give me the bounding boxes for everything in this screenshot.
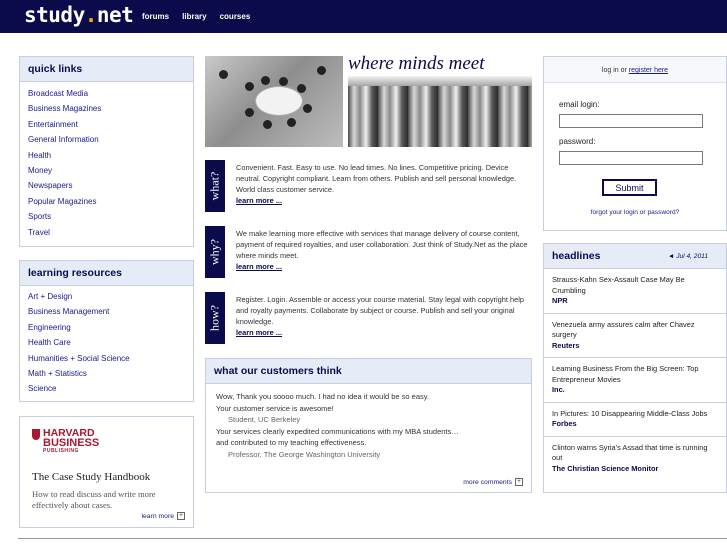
submit-button[interactable]: Submit <box>602 179 657 196</box>
testimonial-quote: Your services clearly expedited communic… <box>216 426 459 436</box>
quick-link-popular-magazines[interactable]: Popular Magazines <box>28 197 185 212</box>
learning-resources-title: learning resources <box>20 261 193 286</box>
quick-link-entertainment[interactable]: Entertainment <box>28 120 185 135</box>
resource-science[interactable]: Science <box>28 384 185 399</box>
handbook-title: The Case Study Handbook <box>32 471 151 483</box>
resource-business-management[interactable]: Business Management <box>28 307 185 322</box>
quick-links-title: quick links <box>20 57 193 82</box>
handbook-description: How to read discuss and write more effec… <box>32 489 156 510</box>
quick-link-sports[interactable]: Sports <box>28 212 185 227</box>
testimonial-quote: Wow, Thank you soooo much. I had no idea… <box>216 392 430 401</box>
headline-item[interactable]: Learning Business From the Big Screen: T… <box>544 358 726 403</box>
quick-link-broadcast-media[interactable]: Broadcast Media <box>28 89 185 104</box>
headlines-header: headlines ◄ Jul 4, 2011 <box>544 244 726 269</box>
how-tab: how? <box>205 292 225 344</box>
what-section: what? Convenient. Fast. Easy to use. No … <box>205 160 532 214</box>
testimonials-title: what our customers think <box>206 359 531 384</box>
harvard-shield-icon <box>32 429 40 440</box>
headline-item[interactable]: Strauss-Kahn Sex-Assault Case May Be Cru… <box>544 269 726 314</box>
forgot-password-link[interactable]: forgot your login or password? <box>544 209 726 216</box>
quick-link-newspapers[interactable]: Newspapers <box>28 181 185 196</box>
quick-links-panel: quick links Broadcast Media Business Mag… <box>19 56 194 247</box>
why-tab: why? <box>205 226 225 278</box>
what-text: Convenient. Fast. Easy to use. No lead t… <box>236 163 517 194</box>
nav-forums[interactable]: forums <box>142 12 169 21</box>
arrow-left-icon: ◄ <box>667 252 675 260</box>
why-learn-more-link[interactable]: learn more ... <box>236 261 532 272</box>
classical-columns-image <box>348 76 532 147</box>
more-comments-link[interactable]: more comments + <box>463 478 523 486</box>
headline-item[interactable]: Venezuela army assures calm after Chavez… <box>544 314 726 358</box>
headline-item[interactable]: Clinton warns Syria's Assad that time is… <box>544 437 726 481</box>
quick-link-health[interactable]: Health <box>28 151 185 166</box>
top-navigation-bar: study.net forums library courses <box>0 0 727 33</box>
quick-link-business-magazines[interactable]: Business Magazines <box>28 104 185 119</box>
headline-item[interactable]: In Pictures: 10 Disappearing Middle-Clas… <box>544 403 726 437</box>
resource-math-statistics[interactable]: Math + Statistics <box>28 369 185 384</box>
email-field[interactable] <box>559 114 703 128</box>
testimonials-panel: what our customers think Wow, Thank you … <box>205 358 532 493</box>
login-panel: log in or register here email login: pas… <box>543 56 727 231</box>
testimonial-author: Professor, The George Washington Univers… <box>228 449 381 459</box>
top-nav: forums library courses <box>142 12 250 21</box>
how-learn-more-link[interactable]: learn more ... <box>236 327 532 338</box>
testimonial-author: Student, UC Berkeley <box>228 415 301 424</box>
headlines-panel: headlines ◄ Jul 4, 2011 Strauss-Kahn Sex… <box>543 243 727 493</box>
nav-library[interactable]: library <box>182 12 206 21</box>
headlines-date[interactable]: ◄ Jul 4, 2011 <box>668 253 708 260</box>
what-tab: what? <box>205 160 225 212</box>
resource-art-design[interactable]: Art + Design <box>28 292 185 307</box>
what-learn-more-link[interactable]: learn more ... <box>236 195 532 206</box>
password-label: password: <box>559 137 596 146</box>
nav-courses[interactable]: courses <box>220 12 251 21</box>
how-section: how? Register. Login. Assemble or access… <box>205 292 532 346</box>
testimonial-quote: Your customer service is awesome! <box>216 403 334 413</box>
why-section: why? We make learning more effective wit… <box>205 226 532 280</box>
resource-health-care[interactable]: Health Care <box>28 338 185 353</box>
register-link[interactable]: register here <box>629 67 668 74</box>
testimonial-quote: and contributed to my teaching effective… <box>216 438 367 447</box>
quick-link-money[interactable]: Money <box>28 166 185 181</box>
site-tagline: where minds meet <box>348 53 485 74</box>
why-text: We make learning more effective with ser… <box>236 229 528 260</box>
hbs-learn-more-link[interactable]: learn more + <box>142 512 185 520</box>
quick-link-general-information[interactable]: General Information <box>28 135 185 150</box>
quick-link-travel[interactable]: Travel <box>28 228 185 243</box>
headlines-title: headlines <box>552 250 601 262</box>
email-label: email login: <box>559 100 600 109</box>
login-header: log in or register here <box>544 57 726 83</box>
plus-box-icon: + <box>177 512 185 520</box>
how-text: Register. Login. Assemble or access your… <box>236 295 524 326</box>
footer-divider <box>18 538 727 539</box>
resource-engineering[interactable]: Engineering <box>28 323 185 338</box>
hbs-promo-panel[interactable]: HARVARD BUSINESS PUBLISHING The Case Stu… <box>19 416 194 528</box>
password-field[interactable] <box>559 151 703 165</box>
students-meeting-image <box>205 56 343 147</box>
site-logo[interactable]: study.net <box>24 3 134 27</box>
plus-box-icon: + <box>515 478 523 486</box>
learning-resources-panel: learning resources Art + Design Business… <box>19 260 194 402</box>
resource-humanities-social-science[interactable]: Humanities + Social Science <box>28 354 185 369</box>
